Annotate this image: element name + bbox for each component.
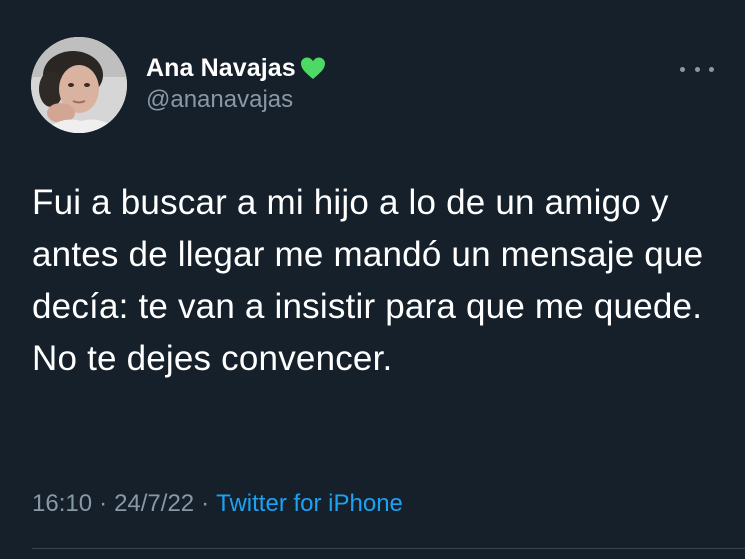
tweet-text: Fui a buscar a mi hijo a lo de un amigo …	[32, 183, 704, 378]
dot	[694, 66, 700, 72]
avatar[interactable]	[31, 37, 127, 133]
tweet-time[interactable]: 16:10	[32, 490, 92, 517]
tweet: Ana Navajas @ananavajas Fui a buscar a m…	[0, 0, 745, 559]
separator: ·	[201, 490, 210, 517]
tweet-source-link[interactable]: Twitter for iPhone	[216, 490, 403, 517]
divider	[32, 548, 745, 549]
dot	[680, 66, 685, 72]
tweet-date[interactable]: 24/7/22	[114, 490, 194, 517]
avatar-photo	[31, 37, 127, 133]
dot	[709, 66, 714, 72]
separator: ·	[99, 490, 108, 517]
more-options-icon[interactable]	[680, 62, 714, 76]
display-name[interactable]: Ana Navajas	[146, 54, 296, 83]
handle[interactable]: @ananavajas	[146, 86, 328, 114]
author-info: Ana Navajas @ananavajas	[146, 52, 328, 114]
green-heart-icon	[298, 53, 328, 83]
tweet-meta: 16:10 · 24/7/22 · Twitter for iPhone	[32, 490, 403, 518]
name-row: Ana Navajas	[146, 52, 328, 84]
